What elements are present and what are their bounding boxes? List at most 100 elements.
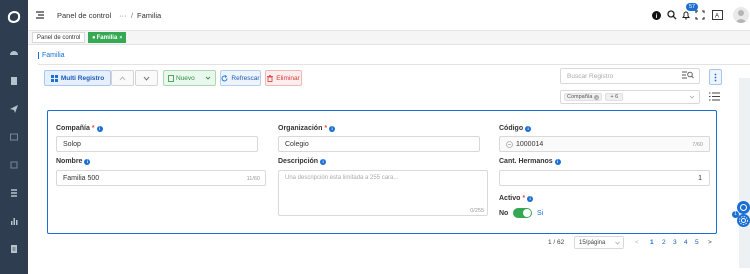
settings-icon[interactable] <box>737 214 750 227</box>
organizacion-label: Organización * i <box>278 125 336 132</box>
info-icon: i <box>320 158 327 165</box>
descripcion-textarea[interactable]: Una descripción esta limitada a 255 cara… <box>278 170 488 216</box>
filter-select[interactable]: Compañía × + 6 <box>560 90 700 104</box>
multi-registro-label: Multi Registro <box>60 74 105 82</box>
info-icon: i <box>525 125 532 132</box>
tab-active-dot: ● <box>92 34 96 41</box>
multi-registro-button[interactable]: Multi Registro <box>44 70 111 86</box>
breadcrumb-separator: / <box>131 11 134 20</box>
report-icon[interactable] <box>8 243 20 255</box>
info-icon: i <box>554 158 561 165</box>
tab-panel-de-control[interactable]: Panel de control <box>32 32 86 43</box>
panel-tab-familia[interactable]: Familia <box>38 52 65 59</box>
help-count-badge: 1 <box>732 211 739 218</box>
box-icon[interactable] <box>8 159 20 171</box>
breadcrumb-root[interactable]: Panel de control <box>57 11 111 20</box>
filter-tag-label: Compañía <box>567 94 593 100</box>
search-list-icon[interactable] <box>682 71 694 80</box>
menu-toggle-icon[interactable] <box>36 11 44 19</box>
compania-label: Compañía * i <box>56 125 103 132</box>
chevron-down-icon <box>615 241 620 245</box>
pagination-prev[interactable]: < <box>635 239 639 246</box>
descripcion-counter: 0/255 <box>470 208 484 214</box>
codigo-field[interactable]: 1000014 7/60 <box>499 136 710 152</box>
search-input[interactable]: Buscar Registro <box>560 68 700 84</box>
codigo-value: 1000014 <box>516 140 544 148</box>
page-5[interactable]: 5 <box>695 239 699 246</box>
page-4[interactable]: 4 <box>684 239 688 246</box>
nuevo-label: Nuevo <box>176 74 195 82</box>
chevron-down-icon <box>689 95 695 99</box>
info-icon: i <box>527 195 534 202</box>
cant-hermanos-field[interactable]: 1 <box>499 170 710 186</box>
tab-close-icon[interactable]: × <box>119 35 122 41</box>
breadcrumb-current: Familia <box>137 11 162 20</box>
panel-title: Familia <box>42 52 65 59</box>
nuevo-button[interactable]: Nuevo <box>163 70 216 86</box>
language-icon[interactable]: A <box>712 10 723 20</box>
tabs-bar: Panel de control ● Familia × <box>28 31 750 45</box>
search-icon[interactable] <box>667 10 677 20</box>
record-form: Compañía * i Organización * i Código i Solop … <box>47 110 717 234</box>
dashboard-icon[interactable] <box>8 46 20 58</box>
refrescar-button[interactable]: Refrescar <box>220 70 261 86</box>
activo-toggle[interactable] <box>513 208 532 218</box>
column-list-icon[interactable] <box>709 92 720 101</box>
breadcrumb-ellipsis[interactable]: ··· <box>119 11 127 20</box>
logo[interactable] <box>5 8 23 26</box>
right-edge-rail <box>739 78 750 268</box>
activo-label: Activo * i <box>499 195 534 202</box>
avatar[interactable] <box>733 7 749 23</box>
info-icon: i <box>96 125 103 132</box>
list-icon[interactable] <box>8 187 20 199</box>
more-options-button[interactable] <box>709 69 722 85</box>
chevron-up-icon <box>119 75 126 80</box>
main-content: Familia Multi Registro Nuevo Refrescar E… <box>28 46 750 274</box>
document-add-icon <box>168 74 174 82</box>
top-bar: Panel de control ··· / Familia i 57 A <box>28 0 750 31</box>
organizacion-field[interactable]: Colegio <box>278 136 480 152</box>
nombre-field[interactable]: Familia 500 11/60 <box>56 170 266 186</box>
pagination-summary: 1 / 62 <box>548 239 565 246</box>
bar-chart-icon[interactable] <box>8 215 20 227</box>
tab-label: Panel de control <box>37 34 81 41</box>
eliminar-button[interactable]: Eliminar <box>265 70 302 86</box>
pagination-next[interactable]: > <box>708 239 712 246</box>
compania-value: Solop <box>63 140 81 148</box>
filter-tag[interactable]: Compañía × <box>564 93 603 101</box>
calendar-icon[interactable] <box>8 131 20 143</box>
eliminar-label: Eliminar <box>276 74 300 82</box>
activo-on-label: Si <box>537 210 544 217</box>
codigo-label: Código i <box>499 125 532 132</box>
filter-tag-close-icon[interactable]: × <box>594 94 600 100</box>
activo-off-label: No <box>499 210 509 217</box>
info-icon: i <box>329 125 336 132</box>
lock-icon <box>506 140 513 148</box>
previous-record-button[interactable] <box>111 70 134 86</box>
page-1[interactable]: 1 <box>650 239 654 246</box>
next-record-button[interactable] <box>135 70 158 86</box>
panel-tab-divider <box>38 64 750 65</box>
document-icon[interactable] <box>8 75 20 87</box>
compania-field[interactable]: Solop <box>56 136 258 152</box>
bell-icon[interactable] <box>681 10 691 20</box>
nombre-label: Nombre i <box>56 158 91 165</box>
cant-hermanos-label: Cant. Hermanos i <box>499 158 561 165</box>
page-2[interactable]: 2 <box>662 239 666 246</box>
filter-more-tag[interactable]: + 6 <box>605 93 624 101</box>
chevron-down-icon <box>143 76 150 81</box>
page-size-value: 15/página <box>579 239 606 246</box>
info-icon: i <box>84 158 91 165</box>
organizacion-value: Colegio <box>285 140 309 148</box>
refrescar-label: Refrescar <box>231 74 260 82</box>
cant-hermanos-value: 1 <box>698 174 702 182</box>
page-3[interactable]: 3 <box>673 239 677 246</box>
page-size-select[interactable]: 15/página <box>574 236 624 249</box>
send-icon[interactable] <box>8 103 20 115</box>
help-icon[interactable]: i <box>652 11 661 20</box>
tab-familia[interactable]: ● Familia × <box>88 32 127 43</box>
fullscreen-icon[interactable] <box>695 10 705 20</box>
trash-icon <box>267 74 274 82</box>
assistant-icon[interactable] <box>737 201 750 214</box>
nombre-value: Familia 500 <box>63 174 100 182</box>
